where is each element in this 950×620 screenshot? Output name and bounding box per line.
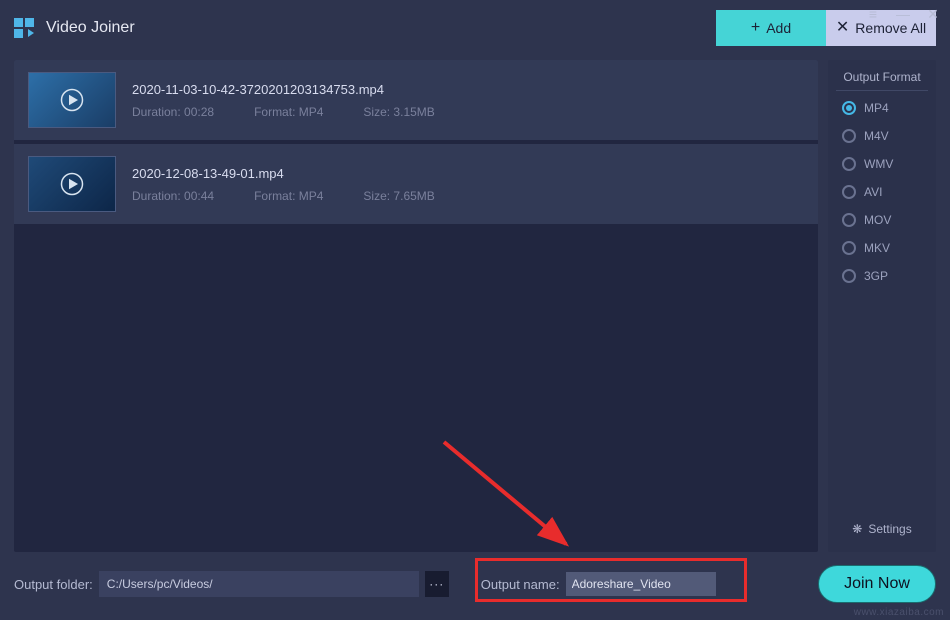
format-option-mov[interactable]: MOV xyxy=(842,213,928,227)
format-option-wmv[interactable]: WMV xyxy=(842,157,928,171)
file-item[interactable]: 2020-11-03-10-42-3720201203134753.mp4 Du… xyxy=(14,60,818,140)
output-format-title: Output Format xyxy=(836,70,928,91)
main-area: 2020-11-03-10-42-3720201203134753.mp4 Du… xyxy=(0,56,950,552)
app-title: Video Joiner xyxy=(46,19,135,37)
radio-icon xyxy=(842,213,856,227)
radio-icon xyxy=(842,241,856,255)
format-option-label: WMV xyxy=(864,157,893,171)
format-option-mkv[interactable]: MKV xyxy=(842,241,928,255)
window-controls: ≡ — ✕ xyxy=(862,4,944,24)
output-folder-label: Output folder: xyxy=(14,577,93,592)
format-option-3gp[interactable]: 3GP xyxy=(842,269,928,283)
output-folder-input[interactable] xyxy=(99,571,419,597)
format-list: MP4 M4V WMV AVI MOV MKV 3GP xyxy=(836,101,928,283)
titlebar: Video Joiner + Add ✕ Remove All xyxy=(0,0,950,56)
join-now-button[interactable]: Join Now xyxy=(818,565,936,603)
file-size: Size: 3.15MB xyxy=(363,105,434,119)
join-button-label: Join Now xyxy=(844,575,910,593)
file-duration: Duration: 00:28 xyxy=(132,105,214,119)
file-meta: 2020-11-03-10-42-3720201203134753.mp4 Du… xyxy=(132,82,804,119)
radio-icon xyxy=(842,185,856,199)
file-list: 2020-11-03-10-42-3720201203134753.mp4 Du… xyxy=(14,60,818,552)
output-name-group: Output name: xyxy=(481,572,716,596)
minimize-button[interactable]: — xyxy=(892,4,914,24)
x-icon: ✕ xyxy=(836,20,849,36)
settings-button[interactable]: ❋ Settings xyxy=(836,516,928,542)
file-duration: Duration: 00:44 xyxy=(132,189,214,203)
output-name-label: Output name: xyxy=(481,577,560,592)
format-option-label: MP4 xyxy=(864,101,889,115)
format-option-label: 3GP xyxy=(864,269,888,283)
format-option-label: MKV xyxy=(864,241,890,255)
radio-icon xyxy=(842,157,856,171)
format-option-label: AVI xyxy=(864,185,882,199)
watermark: www.xiazaiba.com xyxy=(854,607,944,618)
file-meta: 2020-12-08-13-49-01.mp4 Duration: 00:44 … xyxy=(132,166,804,203)
format-option-mp4[interactable]: MP4 xyxy=(842,101,928,115)
video-thumbnail xyxy=(28,72,116,128)
gear-icon: ❋ xyxy=(852,522,862,536)
format-option-avi[interactable]: AVI xyxy=(842,185,928,199)
menu-button[interactable]: ≡ xyxy=(862,4,884,24)
browse-folder-button[interactable]: ··· xyxy=(425,571,449,597)
file-name: 2020-11-03-10-42-3720201203134753.mp4 xyxy=(132,82,804,97)
radio-icon xyxy=(842,129,856,143)
radio-icon xyxy=(842,269,856,283)
close-button[interactable]: ✕ xyxy=(922,4,944,24)
file-format: Format: MP4 xyxy=(254,189,323,203)
add-button-label: Add xyxy=(766,20,791,36)
radio-icon xyxy=(842,101,856,115)
format-option-label: M4V xyxy=(864,129,889,143)
file-name: 2020-12-08-13-49-01.mp4 xyxy=(132,166,804,181)
add-button[interactable]: + Add xyxy=(716,10,826,46)
format-option-label: MOV xyxy=(864,213,891,227)
settings-label: Settings xyxy=(868,522,911,536)
output-name-input[interactable] xyxy=(566,572,716,596)
file-size: Size: 7.65MB xyxy=(363,189,434,203)
bottom-bar: Output folder: ··· Output name: Join Now xyxy=(0,552,950,616)
file-item[interactable]: 2020-12-08-13-49-01.mp4 Duration: 00:44 … xyxy=(14,144,818,224)
file-format: Format: MP4 xyxy=(254,105,323,119)
plus-icon: + xyxy=(751,20,760,36)
app-logo-icon xyxy=(14,16,38,40)
output-format-panel: Output Format MP4 M4V WMV AVI MOV MKV 3GP ❋ Se… xyxy=(828,60,936,552)
format-option-m4v[interactable]: M4V xyxy=(842,129,928,143)
video-thumbnail xyxy=(28,156,116,212)
